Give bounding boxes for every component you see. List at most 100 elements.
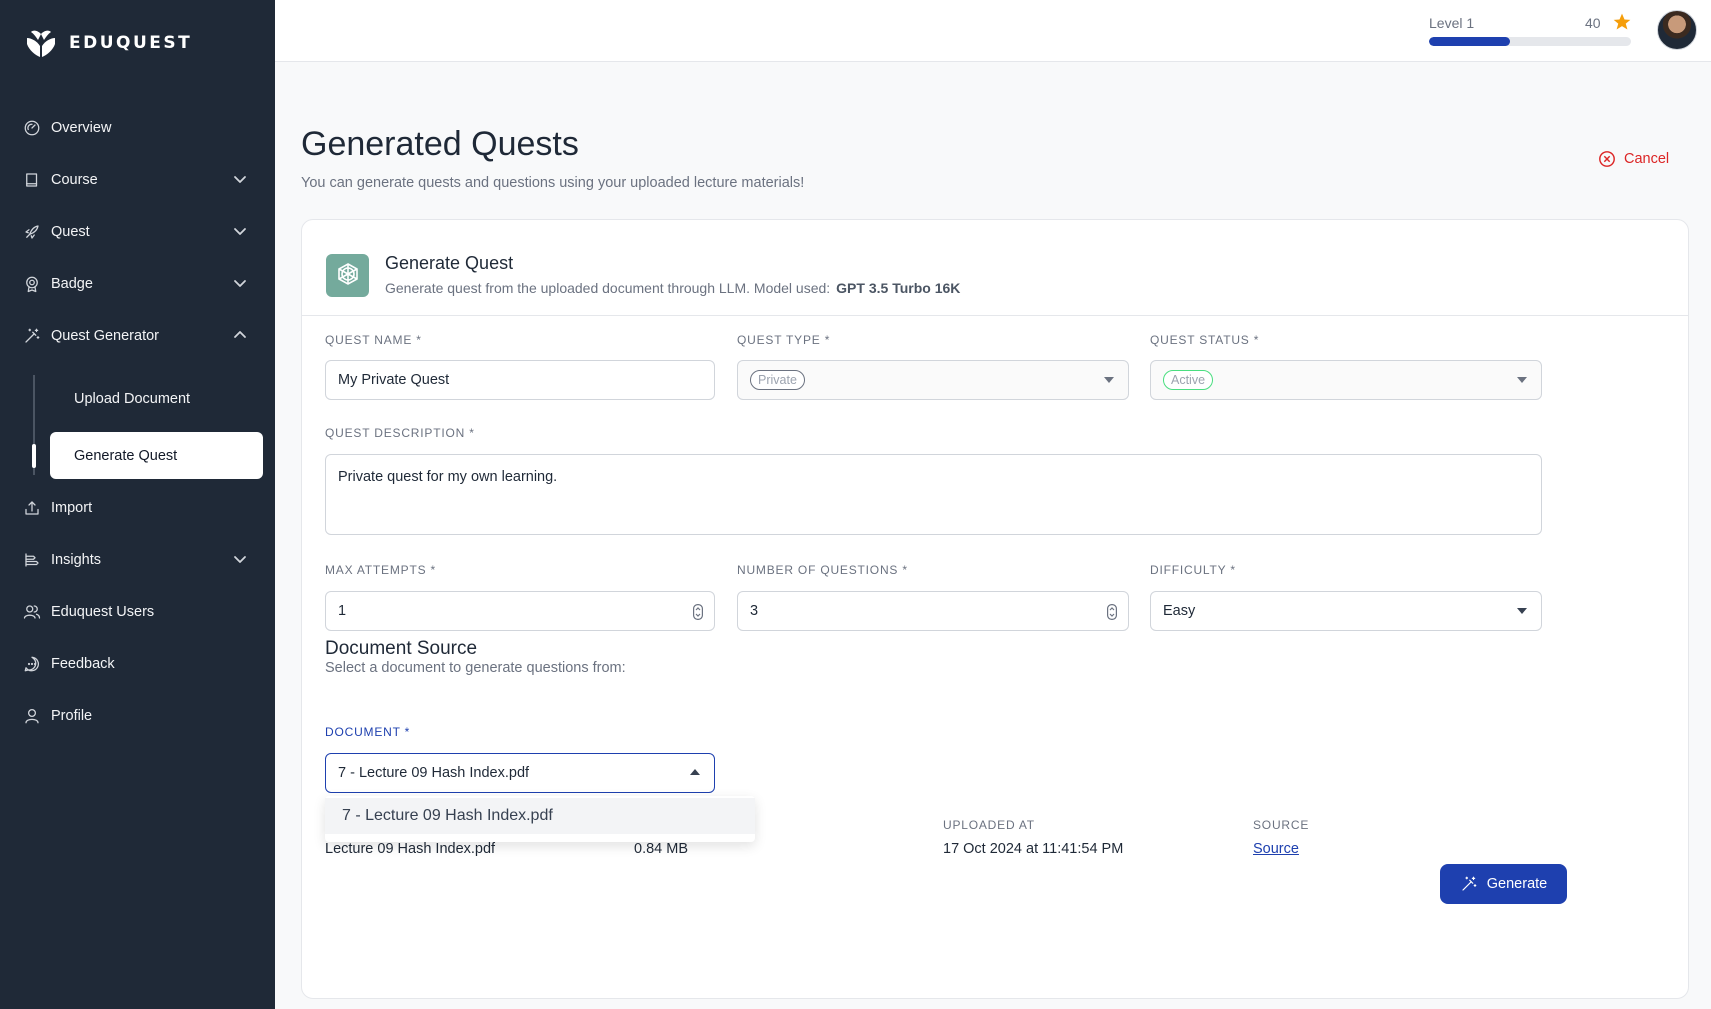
sidebar-subitem-upload-document[interactable]: Upload Document <box>50 375 263 422</box>
quest-description-textarea[interactable]: Private quest for my own learning. <box>325 454 1542 535</box>
eduquest-logo-icon <box>27 30 55 57</box>
sidebar-item-import[interactable]: Import <box>22 488 252 528</box>
magic-wand-icon <box>1462 876 1477 891</box>
chevron-up-icon <box>233 328 247 342</box>
document-label: DOCUMENT * <box>325 725 411 739</box>
sidebar-item-feedback[interactable]: Feedback <box>22 644 252 684</box>
generate-label: Generate <box>1486 876 1548 892</box>
difficulty-value: Easy <box>1163 603 1196 619</box>
app-logo[interactable]: EDUQUEST <box>25 28 192 58</box>
insights-icon <box>22 550 42 570</box>
max-attempts-label: MAX ATTEMPTS * <box>325 563 436 577</box>
document-source-title: Document Source <box>325 638 478 659</box>
level-progress-fill <box>1429 37 1510 46</box>
card-header: Generate Quest Generate quest from the u… <box>302 220 1688 316</box>
caret-down-icon <box>1104 377 1114 383</box>
close-circle-icon <box>1599 151 1615 167</box>
upload-icon <box>22 498 42 518</box>
sidebar-item-label: Quest Generator <box>51 328 159 344</box>
caret-up-icon <box>690 769 700 775</box>
sidebar-item-quest-generator[interactable]: Quest Generator <box>22 316 252 356</box>
sidebar-item-eduquest-users[interactable]: Eduquest Users <box>22 592 252 632</box>
sidebar-item-label: Quest <box>51 224 90 240</box>
document-select[interactable]: 7 - Lecture 09 Hash Index.pdf <box>325 753 715 793</box>
document-source-subtitle: Select a document to generate questions … <box>325 660 626 676</box>
document-size-cell: 0.84 MB <box>634 841 688 857</box>
user-icon <box>22 706 42 726</box>
difficulty-select[interactable]: Easy <box>1150 591 1542 631</box>
quest-name-label: QUEST NAME * <box>325 333 422 347</box>
sidebar-item-label: Feedback <box>51 656 115 672</box>
document-name-cell: Lecture 09 Hash Index.pdf <box>325 841 496 857</box>
sidebar-item-label: Overview <box>51 120 112 136</box>
number-of-questions-value: 3 <box>750 603 759 619</box>
number-stepper-icon[interactable] <box>1107 604 1118 621</box>
badge-icon <box>22 274 42 294</box>
uploaded-at-cell: 17 Oct 2024 at 11:41:54 PM <box>943 841 1124 857</box>
card-title: Generate Quest <box>385 253 514 273</box>
document-selected-value: 7 - Lecture 09 Hash Index.pdf <box>338 765 530 781</box>
sidebar-item-label: Import <box>51 500 93 516</box>
quest-type-label: QUEST TYPE * <box>737 333 831 347</box>
chevron-down-icon <box>233 224 247 238</box>
app-name: EDUQUEST <box>69 33 193 53</box>
chevron-down-icon <box>233 276 247 290</box>
caret-down-icon <box>1517 377 1527 383</box>
model-name: GPT 3.5 Turbo 16K <box>836 280 961 296</box>
difficulty-label: DIFFICULTY * <box>1150 563 1236 577</box>
sidebar-item-label: Course <box>51 172 98 188</box>
quest-status-select[interactable]: Active <box>1150 360 1542 400</box>
chevron-down-icon <box>233 172 247 186</box>
source-link[interactable]: Source <box>1253 841 1299 857</box>
generate-button[interactable]: Generate <box>1440 864 1567 904</box>
sidebar-item-label: Badge <box>51 276 93 292</box>
sidebar-item-profile[interactable]: Profile <box>22 696 252 736</box>
generate-quest-card: Generate Quest Generate quest from the u… <box>301 219 1689 999</box>
rocket-icon <box>22 222 42 242</box>
level-progress-bar <box>1429 37 1631 46</box>
quest-status-label: QUEST STATUS * <box>1150 333 1260 347</box>
gauge-icon <box>22 118 42 138</box>
max-attempts-value: 1 <box>338 603 347 619</box>
card-subtitle: Generate quest from the uploaded documen… <box>385 280 960 296</box>
sidebar-item-course[interactable]: Course <box>22 160 252 200</box>
xp-points: 40 <box>1585 15 1601 31</box>
openai-icon <box>326 254 369 297</box>
number-of-questions-label: NUMBER OF QUESTIONS * <box>737 563 908 577</box>
chevron-down-icon <box>233 552 247 566</box>
source-header: SOURCE <box>1253 818 1310 832</box>
sidebar: EDUQUEST Overview Course Quest Badge Que… <box>0 0 275 1009</box>
submenu-active-indicator <box>32 444 36 468</box>
uploaded-at-header: UPLOADED AT <box>943 818 1035 832</box>
card-subtitle-text: Generate quest from the uploaded documen… <box>385 280 831 296</box>
level-label: Level 1 <box>1429 15 1475 31</box>
sidebar-item-overview[interactable]: Overview <box>22 108 252 148</box>
document-dropdown-menu: 7 - Lecture 09 Hash Index.pdf <box>325 796 755 842</box>
page-subtitle: You can generate quests and questions us… <box>301 175 805 191</box>
sidebar-item-quest[interactable]: Quest <box>22 212 252 252</box>
caret-down-icon <box>1517 608 1527 614</box>
sidebar-item-badge[interactable]: Badge <box>22 264 252 304</box>
quest-status-chip: Active <box>1163 370 1214 390</box>
cancel-button[interactable]: Cancel <box>1598 150 1669 168</box>
quest-type-select[interactable]: Private <box>737 360 1129 400</box>
max-attempts-input[interactable]: 1 <box>325 591 715 631</box>
number-stepper-icon[interactable] <box>693 604 704 621</box>
star-icon <box>1613 13 1631 30</box>
sidebar-subitem-generate-quest[interactable]: Generate Quest <box>50 432 263 479</box>
sidebar-item-insights[interactable]: Insights <box>22 540 252 580</box>
sidebar-item-label: Eduquest Users <box>51 604 155 620</box>
users-icon <box>22 602 42 622</box>
number-of-questions-input[interactable]: 3 <box>737 591 1129 631</box>
quest-type-chip: Private <box>750 370 805 390</box>
avatar[interactable] <box>1657 10 1697 50</box>
sidebar-item-label: Profile <box>51 708 93 724</box>
document-option[interactable]: 7 - Lecture 09 Hash Index.pdf <box>325 798 755 834</box>
page-title: Generated Quests <box>301 125 579 163</box>
cancel-label: Cancel <box>1624 151 1670 167</box>
sidebar-item-label: Insights <box>51 552 101 568</box>
chat-icon <box>22 654 42 674</box>
quest-name-input[interactable]: My Private Quest <box>325 360 715 400</box>
book-icon <box>22 170 42 190</box>
topbar: Level 1 40 <box>275 0 1711 62</box>
